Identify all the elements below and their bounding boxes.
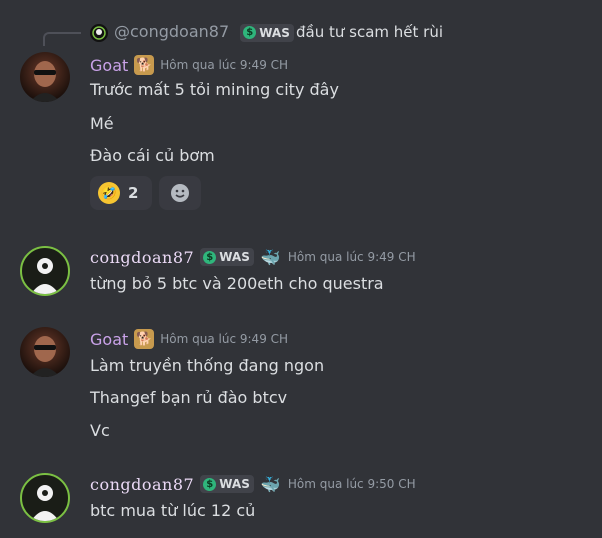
message-line: từng bỏ 5 btc và 200eth cho questra — [90, 274, 384, 293]
tag-label: WAS — [219, 250, 250, 264]
reply-tag-label: WAS — [259, 25, 290, 40]
reply-author-name[interactable]: @congdoan87 — [114, 22, 229, 41]
doge-icon: 🐕 — [134, 55, 155, 75]
message-line: btc mua từ lúc 12 củ — [90, 501, 256, 520]
server-tag: $ WAS — [200, 475, 254, 493]
timestamp[interactable]: Hôm qua lúc 9:50 CH — [288, 477, 416, 491]
rolling-on-floor-laughing-icon: 🤣 — [98, 182, 120, 204]
dollar-icon: $ — [243, 26, 257, 39]
reaction-button[interactable]: 🤣 2 — [90, 176, 152, 210]
author-name[interactable]: congdoan87 — [90, 475, 194, 494]
add-reaction-button[interactable] — [159, 176, 201, 210]
message-line: Trước mất 5 tỏi mining city đây — [90, 80, 339, 99]
doge-icon: 🐕 — [134, 329, 155, 349]
timestamp[interactable]: Hôm qua lúc 9:49 CH — [160, 332, 288, 346]
message-line: Đào cái củ bơm — [90, 146, 215, 165]
whale-icon: 🐳 — [260, 474, 281, 494]
reply-connector — [43, 32, 81, 46]
reply-author[interactable]: @congdoan87 $ WAS — [114, 22, 294, 42]
message-header: congdoan87 $ WAS 🐳 Hôm qua lúc 9:49 CH — [90, 247, 416, 267]
message-line: Vc — [90, 421, 110, 440]
avatar[interactable] — [20, 327, 70, 377]
author-name[interactable]: Goat — [90, 56, 128, 75]
message-line: Thangef bạn rủ đào btcv — [90, 388, 288, 407]
whale-icon: 🐳 — [260, 247, 281, 267]
dollar-icon: $ — [203, 250, 217, 264]
dollar-icon: $ — [203, 477, 217, 491]
avatar[interactable] — [20, 246, 70, 296]
smiley-icon — [171, 184, 189, 202]
reply-preview-text[interactable]: đầu tư scam hết rùi — [296, 23, 443, 41]
message-line: Làm truyền thống đang ngon — [90, 356, 325, 375]
message-line: Mé — [90, 114, 114, 133]
timestamp[interactable]: Hôm qua lúc 9:49 CH — [288, 250, 416, 264]
author-name[interactable]: congdoan87 — [90, 248, 194, 267]
reply-avatar[interactable] — [90, 24, 108, 42]
message-header: congdoan87 $ WAS 🐳 Hôm qua lúc 9:50 CH — [90, 474, 416, 494]
avatar[interactable] — [20, 52, 70, 102]
timestamp[interactable]: Hôm qua lúc 9:49 CH — [160, 58, 288, 72]
reply-server-tag: $ WAS — [240, 23, 294, 42]
tag-label: WAS — [219, 477, 250, 491]
reaction-count: 2 — [128, 184, 139, 202]
message-header: Goat 🐕 Hôm qua lúc 9:49 CH — [90, 329, 288, 349]
server-tag: $ WAS — [200, 248, 254, 266]
author-name[interactable]: Goat — [90, 330, 128, 349]
avatar[interactable] — [20, 473, 70, 523]
message-header: Goat 🐕 Hôm qua lúc 9:49 CH — [90, 55, 288, 75]
